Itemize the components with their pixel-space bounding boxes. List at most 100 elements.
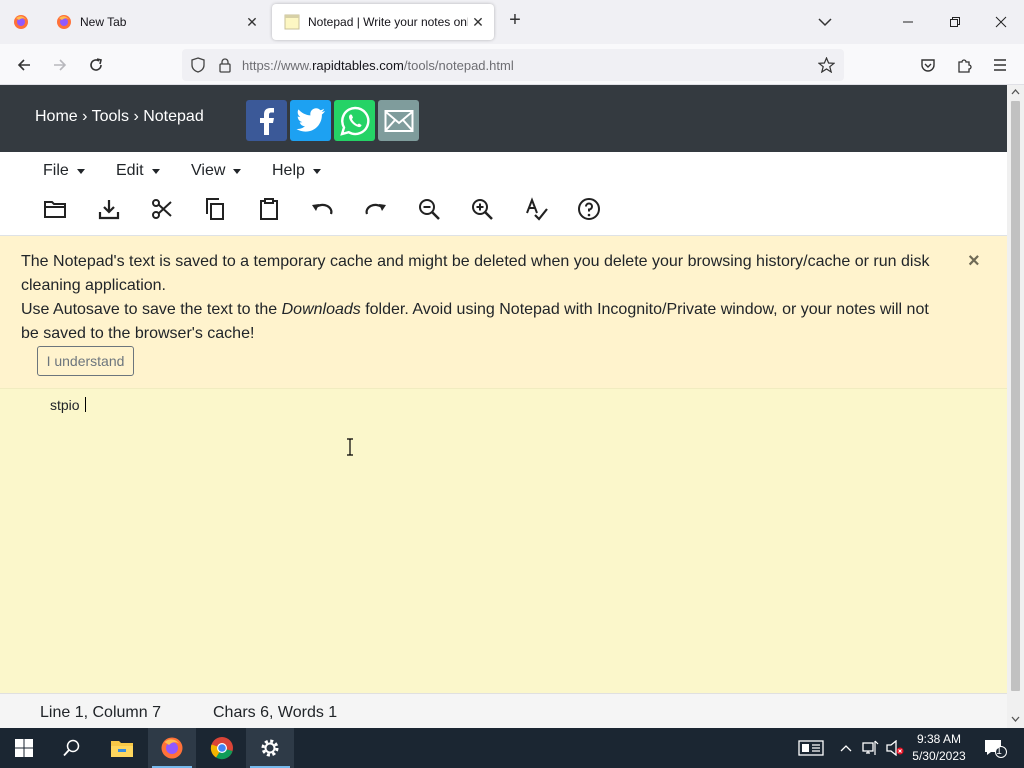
- menu-label: File: [43, 162, 69, 179]
- app-menu-button[interactable]: [989, 54, 1011, 76]
- taskbar-firefox[interactable]: [148, 728, 196, 768]
- notepad-toolbar: File Edit View Help: [0, 152, 1007, 236]
- firefox-icon: [14, 15, 28, 29]
- caret-down-icon: [312, 168, 321, 174]
- alert-close-button[interactable]: ×: [968, 249, 980, 273]
- scroll-up-icon[interactable]: [1011, 88, 1020, 96]
- cache-warning-alert: The Notepad's text is saved to a tempora…: [0, 236, 1007, 388]
- close-window-button[interactable]: [991, 12, 1011, 32]
- scroll-down-icon[interactable]: [1011, 715, 1020, 723]
- breadcrumb-tools-link[interactable]: Tools: [92, 108, 129, 125]
- reload-button[interactable]: [85, 54, 107, 76]
- pocket-icon: [921, 59, 935, 72]
- bookmark-star-icon[interactable]: [818, 57, 835, 73]
- start-button[interactable]: [0, 728, 48, 768]
- notepad-textarea[interactable]: stpio: [0, 388, 1007, 693]
- new-tab-button[interactable]: +: [504, 10, 526, 32]
- i-understand-button[interactable]: I understand: [37, 346, 134, 376]
- paste-icon: [260, 198, 278, 220]
- undo-button[interactable]: [309, 196, 335, 222]
- address-bar[interactable]: https://www.rapidtables.com/tools/notepa…: [182, 49, 844, 81]
- notepad-favicon-icon: [284, 14, 300, 30]
- forward-button[interactable]: [49, 54, 71, 76]
- spellcheck-button[interactable]: [523, 196, 549, 222]
- shield-icon[interactable]: [190, 57, 206, 73]
- copy-icon: [206, 198, 224, 220]
- taskbar-file-explorer[interactable]: [98, 728, 146, 768]
- url-prefix: https://www.: [242, 58, 313, 73]
- page-scrollbar[interactable]: [1007, 85, 1024, 728]
- pocket-button[interactable]: [917, 54, 939, 76]
- alert-text-line1: The Notepad's text is saved to a tempora…: [21, 253, 930, 294]
- extensions-button[interactable]: [953, 54, 975, 76]
- status-bar: Line 1, Column 7 Chars 6, Words 1: [0, 693, 1007, 728]
- menu-edit[interactable]: Edit: [116, 162, 160, 180]
- close-tab-icon[interactable]: ✕: [468, 14, 488, 31]
- text-caret: [85, 397, 87, 412]
- windows-logo-icon: [15, 739, 33, 757]
- gear-icon: [261, 739, 279, 757]
- chevron-up-icon: [840, 745, 852, 752]
- email-icon: [384, 109, 413, 132]
- zoom-in-icon: [472, 199, 493, 220]
- cut-button[interactable]: [149, 196, 175, 222]
- editor-content[interactable]: stpio: [50, 397, 87, 413]
- breadcrumb-home-link[interactable]: Home: [35, 108, 78, 125]
- action-center-button[interactable]: 1: [980, 728, 1010, 768]
- breadcrumb-separator: ›: [82, 108, 88, 125]
- taskbar-clock[interactable]: 9:38 AM 5/30/2023: [906, 731, 972, 765]
- paste-button[interactable]: [256, 196, 282, 222]
- zoom-out-button[interactable]: [416, 196, 442, 222]
- copy-button[interactable]: [202, 196, 228, 222]
- menu-label: Help: [272, 162, 305, 179]
- search-button[interactable]: [48, 728, 96, 768]
- firefox-view-button[interactable]: [0, 0, 42, 44]
- url-path: /tools/notepad.html: [403, 58, 514, 73]
- taskbar-settings[interactable]: [246, 728, 294, 768]
- undo-icon: [312, 203, 333, 215]
- whatsapp-icon: [339, 106, 369, 136]
- restore-button[interactable]: [945, 12, 965, 32]
- taskbar-chrome[interactable]: [198, 728, 246, 768]
- back-arrow-icon: [17, 59, 30, 71]
- forward-arrow-icon: [54, 59, 67, 71]
- redo-button[interactable]: [363, 196, 389, 222]
- spellcheck-icon: [526, 197, 548, 221]
- tray-network[interactable]: [860, 728, 882, 768]
- search-icon: [63, 739, 80, 757]
- reload-icon: [90, 58, 102, 71]
- volume-muted-icon: [886, 740, 904, 756]
- help-button[interactable]: [576, 196, 602, 222]
- tray-news[interactable]: [796, 728, 826, 768]
- download-icon: [98, 200, 120, 220]
- share-facebook-button[interactable]: [246, 100, 287, 141]
- zoom-in-button[interactable]: [469, 196, 495, 222]
- twitter-icon: [296, 107, 325, 132]
- url-text[interactable]: https://www.rapidtables.com/tools/notepa…: [242, 58, 514, 73]
- tab-new-tab[interactable]: New Tab ✕: [44, 4, 268, 40]
- zoom-out-icon: [419, 199, 440, 220]
- menu-help[interactable]: Help: [272, 162, 321, 180]
- back-button[interactable]: [13, 54, 35, 76]
- save-button[interactable]: [96, 196, 122, 222]
- share-email-button[interactable]: [378, 100, 419, 141]
- menu-file[interactable]: File: [43, 162, 85, 180]
- close-tab-icon[interactable]: ✕: [242, 14, 262, 31]
- list-all-tabs-button[interactable]: [814, 12, 836, 32]
- scrollbar-thumb[interactable]: [1011, 101, 1020, 691]
- share-twitter-button[interactable]: [290, 100, 331, 141]
- site-header: Home › Tools › Notepad: [0, 85, 1007, 152]
- tray-volume[interactable]: [884, 728, 906, 768]
- tray-show-hidden[interactable]: [836, 728, 856, 768]
- tab-notepad[interactable]: Notepad | Write your notes onli ✕: [272, 4, 494, 40]
- windows-taskbar: 9:38 AM 5/30/2023 1: [0, 728, 1024, 768]
- open-button[interactable]: [42, 196, 68, 222]
- breadcrumb-notepad-link[interactable]: Notepad: [143, 108, 204, 125]
- lock-icon[interactable]: [218, 57, 232, 73]
- share-whatsapp-button[interactable]: [334, 100, 375, 141]
- breadcrumb-separator: ›: [133, 108, 139, 125]
- minimize-button[interactable]: [898, 12, 918, 32]
- caret-down-icon: [233, 168, 242, 174]
- menu-view[interactable]: View: [191, 162, 242, 180]
- restore-icon: [950, 17, 960, 27]
